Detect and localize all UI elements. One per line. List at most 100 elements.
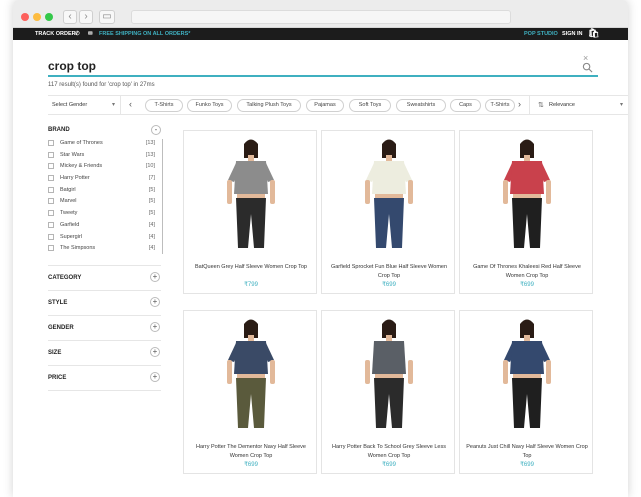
checkbox[interactable]	[48, 140, 54, 146]
chevron-down-icon[interactable]: ▾	[620, 101, 623, 108]
forward-arrow-icon[interactable]: ›	[79, 10, 93, 24]
checkbox[interactable]	[48, 233, 54, 240]
brand-list-scrollbar[interactable]	[162, 139, 163, 254]
brand-filter-item[interactable]: Supergirl [4]	[48, 233, 161, 245]
product-image[interactable]	[214, 316, 288, 434]
search-icon[interactable]	[582, 62, 593, 73]
pop-studio-link[interactable]: POP STUDIO	[524, 31, 558, 37]
facet-label: PRICE	[48, 375, 67, 381]
product-card[interactable]: Harry Potter Back To School Grey Sleeve …	[321, 310, 455, 474]
checkbox[interactable]	[48, 186, 54, 193]
back-arrow-icon[interactable]: ‹	[63, 10, 77, 24]
brand-filter-item[interactable]: Harry Potter [7]	[48, 174, 161, 186]
chip-caps[interactable]: Caps	[450, 99, 481, 112]
sort-icon[interactable]: ⇅	[538, 101, 544, 109]
maximize-window-button[interactable]	[45, 13, 53, 21]
facet-category[interactable]: CATEGORY +	[48, 265, 161, 290]
collapse-brand-icon[interactable]: -	[151, 125, 161, 135]
brand-facet-title: BRAND	[48, 127, 70, 133]
brand-filter-item[interactable]: Batgirl [5]	[48, 186, 161, 198]
checkbox[interactable]	[48, 175, 54, 182]
brand-count: [5]	[148, 210, 155, 217]
minimize-window-button[interactable]	[33, 13, 41, 21]
chevron-down-icon[interactable]: ▾	[112, 101, 115, 108]
browser-chrome: ‹ › ▭	[13, 0, 628, 28]
brand-filter-item[interactable]: Garfield [4]	[48, 221, 161, 233]
gender-select[interactable]: Select Gender	[52, 102, 87, 108]
chip-soft-toys[interactable]: Soft Toys	[349, 99, 391, 112]
facet-label: STYLE	[48, 300, 68, 306]
sidebar-toggle-icon[interactable]: ▭	[99, 10, 115, 24]
brand-filter-item[interactable]: Marvel [5]	[48, 197, 161, 209]
brand-name: Supergirl	[60, 233, 83, 240]
product-image[interactable]	[214, 136, 288, 254]
filter-bar: Select Gender ▾ ‹ T-Shirts Funko Toys Ta…	[48, 95, 628, 115]
chip-pajamas[interactable]: Pajamas	[306, 99, 344, 112]
facet-label: CATEGORY	[48, 275, 82, 281]
chip-funko-toys[interactable]: Funko Toys	[187, 99, 232, 112]
product-name[interactable]: Game Of Thrones Khaleesi Red Half Sleeve…	[466, 263, 588, 280]
brand-filter-item[interactable]: Star Wars [13]	[48, 151, 161, 163]
product-card[interactable]: Peanuts Just Chill Navy Half Sleeve Wome…	[459, 310, 593, 474]
checkbox[interactable]	[48, 198, 54, 205]
chips-next-arrow-icon[interactable]: ›	[518, 99, 521, 109]
sort-select[interactable]: Relevance	[549, 102, 575, 108]
track-order-link[interactable]: TRACK ORDER	[35, 31, 76, 37]
brand-name: Mickey & Friends	[60, 163, 103, 170]
product-name[interactable]: Harry Potter The Dementor Navy Half Slee…	[190, 443, 312, 460]
product-image[interactable]	[490, 136, 564, 254]
chip-tshirts[interactable]: T-Shirts	[145, 99, 183, 112]
brand-count: [10]	[145, 163, 155, 170]
brand-count: [4]	[148, 233, 155, 240]
product-image[interactable]	[352, 136, 426, 254]
facet-label: SIZE	[48, 350, 62, 356]
product-card[interactable]: Garfield Sprocket Fun Blue Half Sleeve W…	[321, 130, 455, 294]
brand-name: Harry Potter	[60, 175, 90, 182]
brand-name: Garfield	[60, 221, 80, 228]
checkbox[interactable]	[48, 221, 54, 228]
brand-count: [5]	[148, 198, 155, 205]
chip-sweatshirts[interactable]: Sweatshirts	[396, 99, 446, 112]
facet-size[interactable]: SIZE +	[48, 340, 161, 365]
facet-price[interactable]: PRICE +	[48, 365, 161, 390]
brand-count: [4]	[148, 245, 155, 252]
brand-filter-item[interactable]: Mickey & Friends [10]	[48, 162, 161, 174]
facet-gender[interactable]: GENDER +	[48, 315, 161, 340]
facet-style[interactable]: STYLE +	[48, 290, 161, 315]
checkbox[interactable]	[48, 151, 54, 158]
expand-plus-icon[interactable]: +	[150, 322, 160, 332]
product-card[interactable]: BatQueen Grey Half Sleeve Women Crop Top…	[183, 130, 317, 294]
sign-in-link[interactable]: SIGN IN	[562, 31, 582, 37]
close-window-button[interactable]	[21, 13, 29, 21]
product-card[interactable]: Harry Potter The Dementor Navy Half Slee…	[183, 310, 317, 474]
product-price: ₹699	[520, 282, 534, 288]
product-image[interactable]	[490, 316, 564, 434]
product-image[interactable]	[352, 316, 426, 434]
brand-name: Star Wars	[60, 151, 85, 158]
product-name[interactable]: Harry Potter Back To School Grey Sleeve …	[328, 443, 450, 460]
browser-window: ‹ › ▭ TRACK ORDER ✆ ✉ FREE SHIPPING ON A…	[13, 0, 628, 497]
expand-plus-icon[interactable]: +	[150, 297, 160, 307]
checkbox[interactable]	[48, 210, 54, 217]
product-card[interactable]: Game Of Thrones Khaleesi Red Half Sleeve…	[459, 130, 593, 294]
product-name[interactable]: Garfield Sprocket Fun Blue Half Sleeve W…	[328, 263, 450, 280]
address-bar[interactable]	[131, 10, 511, 24]
expand-plus-icon[interactable]: +	[150, 272, 160, 282]
expand-plus-icon[interactable]: +	[150, 372, 160, 382]
product-name[interactable]: Peanuts Just Chill Navy Half Sleeve Wome…	[466, 443, 588, 460]
brand-filter-item[interactable]: Game of Thrones [13]	[48, 139, 161, 151]
expand-plus-icon[interactable]: +	[150, 347, 160, 357]
brand-filter-item[interactable]: The Simpsons [4]	[48, 244, 161, 256]
brand-count: [7]	[148, 175, 155, 182]
brand-count: [4]	[148, 221, 155, 228]
checkbox[interactable]	[48, 245, 54, 252]
product-name[interactable]: BatQueen Grey Half Sleeve Women Crop Top	[190, 263, 312, 272]
chips-prev-arrow-icon[interactable]: ‹	[129, 99, 132, 109]
brand-filter-item[interactable]: Tweety [5]	[48, 209, 161, 221]
facet-label: GENDER	[48, 325, 74, 331]
cart-icon[interactable]: 🛍	[588, 28, 599, 39]
search-input[interactable]: crop top	[48, 59, 96, 73]
chip-talking-plush-toys[interactable]: Talking Plush Toys	[237, 99, 301, 112]
chip-tshirts-2[interactable]: T-Shirts	[485, 99, 515, 112]
checkbox[interactable]	[48, 163, 54, 170]
